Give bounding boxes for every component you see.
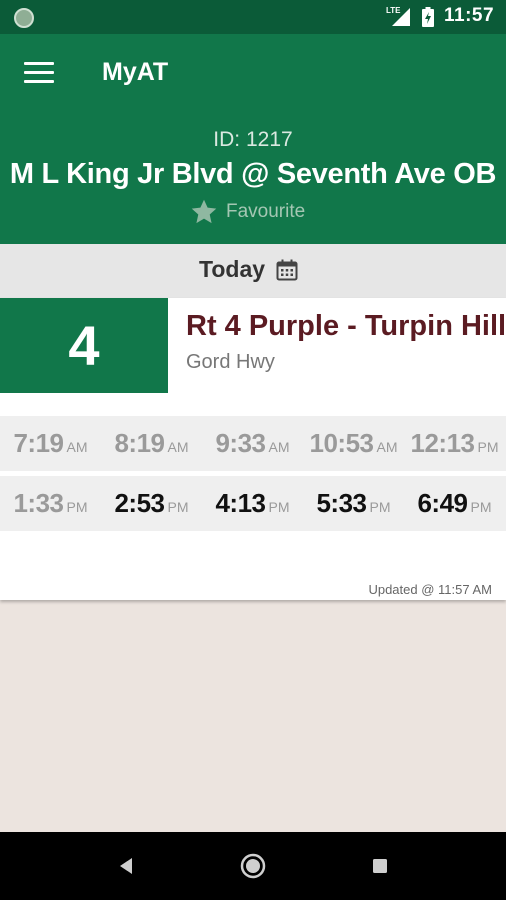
departure-time-period: PM xyxy=(470,499,492,515)
stop-header: ID: 1217 M L King Jr Blvd @ Seventh Ave … xyxy=(0,114,506,244)
departure-time[interactable]: 2:53 PM xyxy=(101,476,202,531)
favourite-label: Favourite xyxy=(226,201,306,222)
departure-time-period: AM xyxy=(268,439,290,455)
departure-time[interactable]: 12:13 PM xyxy=(404,416,505,471)
favourite-button[interactable]: Favourite xyxy=(190,198,305,226)
departure-time-value: 9:33 xyxy=(215,428,266,458)
departure-time-value: 5:33 xyxy=(316,488,367,518)
battery-charging-icon xyxy=(422,7,434,27)
departure-time-period: AM xyxy=(66,439,88,455)
home-circle-icon[interactable] xyxy=(239,852,267,880)
notification-icon xyxy=(14,8,34,28)
departure-time[interactable]: 4:13 PM xyxy=(202,476,303,531)
departure-time-value: 2:53 xyxy=(114,488,165,518)
departure-time-value: 6:49 xyxy=(417,488,468,518)
app-bar: MyAT xyxy=(0,34,506,114)
departure-time-value: 7:19 xyxy=(13,428,64,458)
updated-timestamp: Updated @ 11:57 AM xyxy=(368,582,492,597)
route-name[interactable]: Rt 4 Purple - Turpin Hill xyxy=(186,310,506,343)
route-number: 4 xyxy=(0,298,168,393)
departure-time[interactable]: 7:19 AM xyxy=(0,416,101,471)
departure-time-value: 4:13 xyxy=(215,488,266,518)
departure-time-period: PM xyxy=(477,439,499,455)
times-row: 1:33 PM 2:53 PM 4:13 PM 5:33 PM 6:49 PM xyxy=(0,476,506,531)
app-title: MyAT xyxy=(102,58,169,86)
departure-time[interactable]: 1:33 PM xyxy=(0,476,101,531)
departure-time-value: 10:53 xyxy=(309,428,375,458)
recents-square-icon[interactable] xyxy=(366,852,394,880)
departure-time[interactable]: 6:49 PM xyxy=(404,476,505,531)
stop-name: M L King Jr Blvd @ Seventh Ave OB xyxy=(9,158,497,190)
departure-time[interactable]: 10:53 AM xyxy=(303,416,404,471)
departure-time[interactable]: 9:33 AM xyxy=(202,416,303,471)
star-icon xyxy=(191,199,217,224)
departure-time-period: AM xyxy=(376,439,398,455)
route-card: 4 Rt 4 Purple - Turpin Hill Gord Hwy 7:1… xyxy=(0,298,506,600)
route-subtitle: Gord Hwy xyxy=(186,351,275,373)
date-selector[interactable]: Today xyxy=(199,256,299,283)
departure-time-value: 12:13 xyxy=(410,428,476,458)
stop-id: ID: 1217 xyxy=(213,128,293,151)
date-bar: Today xyxy=(0,244,506,298)
network-type: LTE xyxy=(386,6,401,15)
departure-time[interactable]: 5:33 PM xyxy=(303,476,404,531)
back-triangle-icon[interactable] xyxy=(112,852,140,880)
navigation-bar xyxy=(0,832,506,900)
departure-time-period: PM xyxy=(369,499,391,515)
date-label: Today xyxy=(199,256,266,282)
departure-time[interactable]: 8:19 AM xyxy=(101,416,202,471)
calendar-icon[interactable] xyxy=(275,258,299,282)
departure-time-value: 8:19 xyxy=(114,428,165,458)
departure-time-period: AM xyxy=(167,439,189,455)
departure-time-period: PM xyxy=(268,499,290,515)
hamburger-menu-icon[interactable] xyxy=(24,62,54,86)
departure-time-value: 1:33 xyxy=(13,488,64,518)
departure-time-period: PM xyxy=(66,499,88,515)
status-time: 11:57 xyxy=(444,5,495,26)
status-bar: LTE 11:57 xyxy=(0,0,506,34)
times-row: 7:19 AM 8:19 AM 9:33 AM 10:53 AM 12:13 PM xyxy=(0,416,506,471)
departure-time-period: PM xyxy=(167,499,189,515)
